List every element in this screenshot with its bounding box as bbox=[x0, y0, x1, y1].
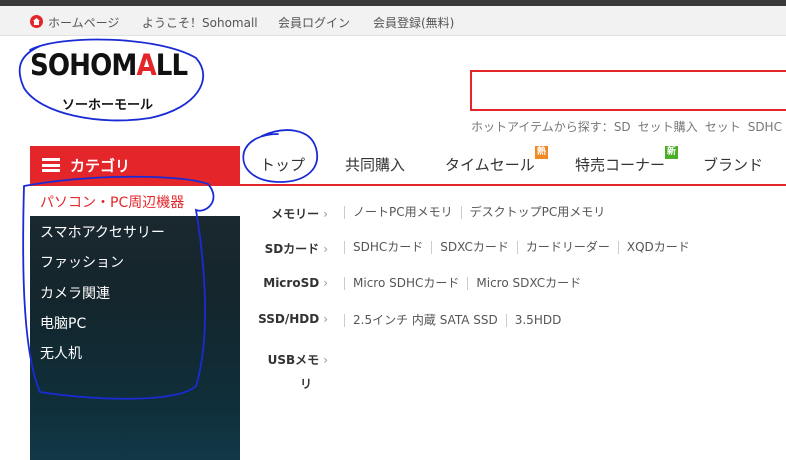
site-logo[interactable]: SOHOMALL ソーホーモール bbox=[30, 48, 190, 113]
category-item-fashion[interactable]: ファッション bbox=[40, 252, 124, 272]
cart-icon: A bbox=[136, 48, 156, 82]
subcat-link[interactable]: Micro SDHCカード bbox=[353, 276, 459, 290]
category-item-smartphone[interactable]: スマホアクセサリー bbox=[40, 222, 165, 242]
subcat-link[interactable]: デスクトップPC用メモリ bbox=[470, 205, 606, 219]
subcat-heading-memory[interactable]: メモリー › bbox=[258, 205, 328, 222]
category-item-pc[interactable]: パソコン・PC周辺機器 bbox=[40, 192, 184, 212]
logo-kana: ソーホーモール bbox=[62, 98, 154, 113]
subcat-heading-usb[interactable]: USBメモ › リ bbox=[258, 348, 328, 396]
hot-item[interactable]: セット購入 bbox=[638, 120, 698, 134]
subcat-link[interactable]: SDHCカード bbox=[353, 240, 423, 254]
category-item-computer[interactable]: 电脑PC bbox=[40, 313, 86, 333]
login-link[interactable]: 会員ログイン bbox=[278, 14, 350, 31]
subcat-link[interactable]: 2.5インチ 内蔵 SATA SSD bbox=[353, 313, 498, 327]
welcome-text: ようこそ！Sohomall bbox=[142, 16, 258, 30]
nav-brand[interactable]: ブランド bbox=[703, 154, 763, 175]
subcat-heading-microsd[interactable]: MicroSD › bbox=[258, 276, 328, 290]
hot-item[interactable]: SD bbox=[614, 120, 631, 134]
subcat-row-sd: SDHCカード SDXCカード カードリーダー XQDカード bbox=[344, 238, 690, 255]
chevron-right-icon: › bbox=[323, 312, 328, 326]
menu-icon bbox=[42, 158, 60, 172]
hot-items: ホットアイテムから探す：SD セット購入 セット SDHC bbox=[471, 118, 786, 135]
chevron-right-icon: › bbox=[323, 353, 328, 367]
hot-item[interactable]: SDHC bbox=[748, 120, 782, 134]
hot-badge: 熱 bbox=[535, 146, 548, 159]
subcat-link[interactable]: SDXCカード bbox=[440, 240, 509, 254]
category-item-drone[interactable]: 无人机 bbox=[40, 343, 82, 363]
subcat-heading-ssd[interactable]: SSD/HDD › bbox=[258, 312, 328, 326]
subcat-link[interactable]: XQDカード bbox=[627, 240, 690, 254]
category-button[interactable]: カテゴリ bbox=[30, 146, 240, 184]
register-link[interactable]: 会員登録(無料) bbox=[373, 14, 454, 31]
chevron-right-icon: › bbox=[323, 242, 328, 256]
subcat-link[interactable]: カードリーダー bbox=[526, 240, 610, 254]
subcat-heading-sd[interactable]: SDカード › bbox=[258, 240, 328, 257]
home-link[interactable]: ホームページ bbox=[48, 14, 119, 31]
nav-time-sale[interactable]: タイムセール bbox=[445, 154, 535, 175]
hot-item[interactable]: セット bbox=[705, 120, 741, 134]
logo-brand: SOHOMALL bbox=[30, 48, 188, 82]
subcat-row-ssd: 2.5インチ 内蔵 SATA SSD 3.5HDD bbox=[344, 311, 561, 328]
subcat-link[interactable]: 3.5HDD bbox=[515, 313, 562, 327]
category-item-camera[interactable]: カメラ関連 bbox=[40, 283, 110, 303]
subcat-link[interactable]: ノートPC用メモリ bbox=[353, 205, 453, 219]
subcat-row-memory: ノートPC用メモリ デスクトップPC用メモリ bbox=[344, 203, 605, 220]
nav-group-buy[interactable]: 共同購入 bbox=[345, 154, 405, 175]
hot-label: ホットアイテムから探す： bbox=[471, 120, 614, 134]
category-label: カテゴリ bbox=[70, 157, 131, 175]
search-input[interactable] bbox=[470, 70, 786, 111]
chevron-right-icon: › bbox=[323, 207, 328, 221]
home-icon[interactable] bbox=[30, 15, 43, 28]
chevron-right-icon: › bbox=[323, 276, 328, 290]
subcat-link[interactable]: Micro SDXCカード bbox=[476, 276, 581, 290]
nav-bargain[interactable]: 特売コーナー bbox=[575, 154, 665, 175]
new-badge: 新 bbox=[665, 146, 678, 159]
subcat-row-microsd: Micro SDHCカード Micro SDXCカード bbox=[344, 274, 581, 291]
top-bar: ホームページ ようこそ！Sohomall 会員ログイン 会員登録(無料) bbox=[0, 6, 786, 36]
nav-top[interactable]: トップ bbox=[260, 154, 305, 175]
